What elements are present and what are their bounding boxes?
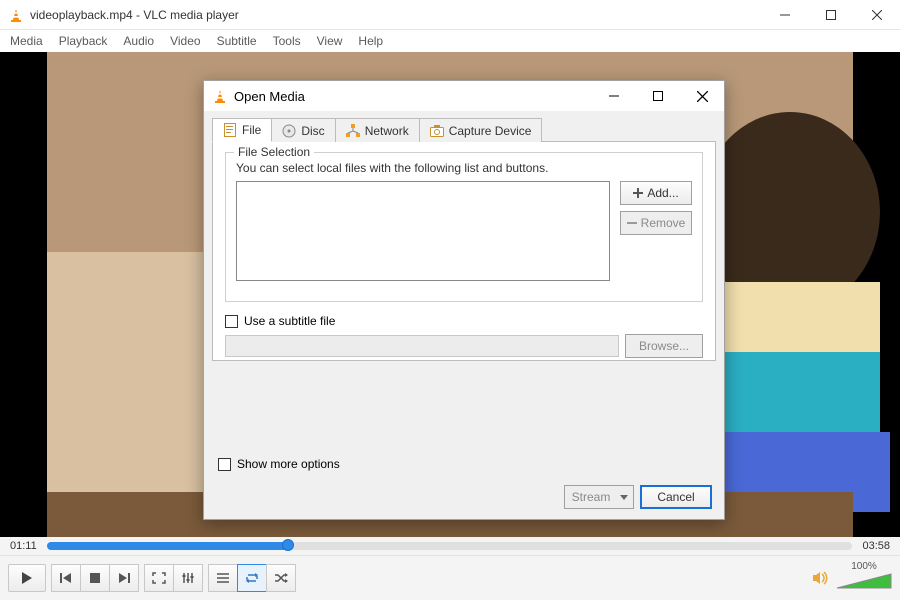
cancel-button[interactable]: Cancel (640, 485, 712, 509)
vlc-cone-icon (212, 88, 228, 104)
browse-button-label: Browse... (639, 339, 689, 353)
file-selection-legend: File Selection (234, 145, 314, 159)
minimize-button[interactable] (762, 0, 808, 30)
menu-view[interactable]: View (317, 34, 343, 48)
fullscreen-button[interactable] (144, 564, 174, 592)
subtitle-checkbox[interactable] (225, 315, 238, 328)
skip-forward-icon (117, 572, 131, 584)
volume-percent-label: 100% (851, 562, 877, 572)
play-button[interactable] (8, 564, 46, 592)
subtitle-path-field (225, 335, 619, 357)
seek-knob[interactable] (282, 539, 294, 551)
menu-tools[interactable]: Tools (273, 34, 301, 48)
dialog-footer: Stream Cancel (204, 477, 724, 519)
main-window-titlebar: videoplayback.mp4 - VLC media player (0, 0, 900, 30)
cancel-button-label: Cancel (657, 490, 694, 504)
sliders-icon (181, 572, 195, 584)
vlc-app-icon (8, 7, 24, 23)
network-icon (346, 124, 360, 138)
menu-audio[interactable]: Audio (123, 34, 154, 48)
plus-icon (633, 188, 643, 198)
seek-fill (47, 542, 289, 550)
stream-button-label: Stream (572, 490, 611, 504)
stream-button[interactable]: Stream (564, 485, 634, 509)
elapsed-time[interactable]: 01:11 (10, 540, 37, 552)
capture-icon (430, 124, 444, 138)
dialog-close-button[interactable] (680, 81, 724, 111)
seek-bar[interactable] (47, 542, 853, 550)
loop-button[interactable] (237, 564, 267, 592)
stop-button[interactable] (80, 564, 110, 592)
menu-subtitle[interactable]: Subtitle (217, 34, 257, 48)
menu-playback[interactable]: Playback (59, 34, 108, 48)
open-media-dialog: Open Media File Disc Network (203, 80, 725, 520)
speaker-icon[interactable] (812, 570, 830, 586)
tab-network[interactable]: Network (335, 118, 420, 142)
video-area[interactable]: Open Media File Disc Network (0, 52, 900, 537)
tab-label: Network (365, 124, 409, 138)
tab-capture-device[interactable]: Capture Device (419, 118, 543, 142)
dialog-titlebar[interactable]: Open Media (204, 81, 724, 111)
tab-file[interactable]: File (212, 118, 272, 142)
file-selection-group: File Selection You can select local file… (225, 152, 703, 302)
dialog-title: Open Media (234, 89, 305, 104)
dialog-minimize-button[interactable] (592, 81, 636, 111)
add-button-label: Add... (647, 186, 678, 200)
dialog-tabs: File Disc Network Capture Device (212, 118, 716, 142)
remove-button[interactable]: Remove (620, 211, 692, 235)
tab-label: File (242, 123, 261, 137)
tab-label: Capture Device (449, 124, 532, 138)
next-button[interactable] (109, 564, 139, 592)
tab-panel-file: File Selection You can select local file… (212, 141, 716, 361)
playlist-icon (216, 572, 230, 584)
extended-settings-button[interactable] (173, 564, 203, 592)
menubar: Media Playback Audio Video Subtitle Tool… (0, 30, 900, 52)
disc-icon (282, 124, 296, 138)
volume-control: 100% (812, 562, 892, 594)
play-icon (20, 571, 34, 585)
shuffle-icon (274, 572, 288, 584)
maximize-button[interactable] (808, 0, 854, 30)
volume-slider[interactable] (836, 572, 892, 594)
subtitle-checkbox-label[interactable]: Use a subtitle file (244, 314, 335, 328)
tab-disc[interactable]: Disc (271, 118, 335, 142)
tab-label: Disc (301, 124, 324, 138)
total-time[interactable]: 03:58 (862, 540, 890, 552)
file-selection-hint: You can select local files with the foll… (236, 161, 692, 175)
stop-icon (89, 572, 101, 584)
fullscreen-icon (152, 572, 166, 584)
menu-help[interactable]: Help (358, 34, 383, 48)
show-more-options-label[interactable]: Show more options (237, 457, 340, 471)
dialog-maximize-button[interactable] (636, 81, 680, 111)
menu-media[interactable]: Media (10, 34, 43, 48)
add-button[interactable]: Add... (620, 181, 692, 205)
skip-back-icon (59, 572, 73, 584)
window-title: videoplayback.mp4 - VLC media player (30, 8, 239, 22)
seek-bar-row: 01:11 03:58 (0, 537, 900, 555)
file-icon (223, 123, 237, 137)
player-controls: 100% (0, 555, 900, 600)
close-button[interactable] (854, 0, 900, 30)
menu-video[interactable]: Video (170, 34, 200, 48)
minus-icon (627, 218, 637, 228)
loop-icon (245, 572, 259, 584)
remove-button-label: Remove (641, 216, 686, 230)
show-more-options-checkbox[interactable] (218, 458, 231, 471)
file-list[interactable] (236, 181, 610, 281)
previous-button[interactable] (51, 564, 81, 592)
shuffle-button[interactable] (266, 564, 296, 592)
browse-button[interactable]: Browse... (625, 334, 703, 358)
playlist-button[interactable] (208, 564, 238, 592)
